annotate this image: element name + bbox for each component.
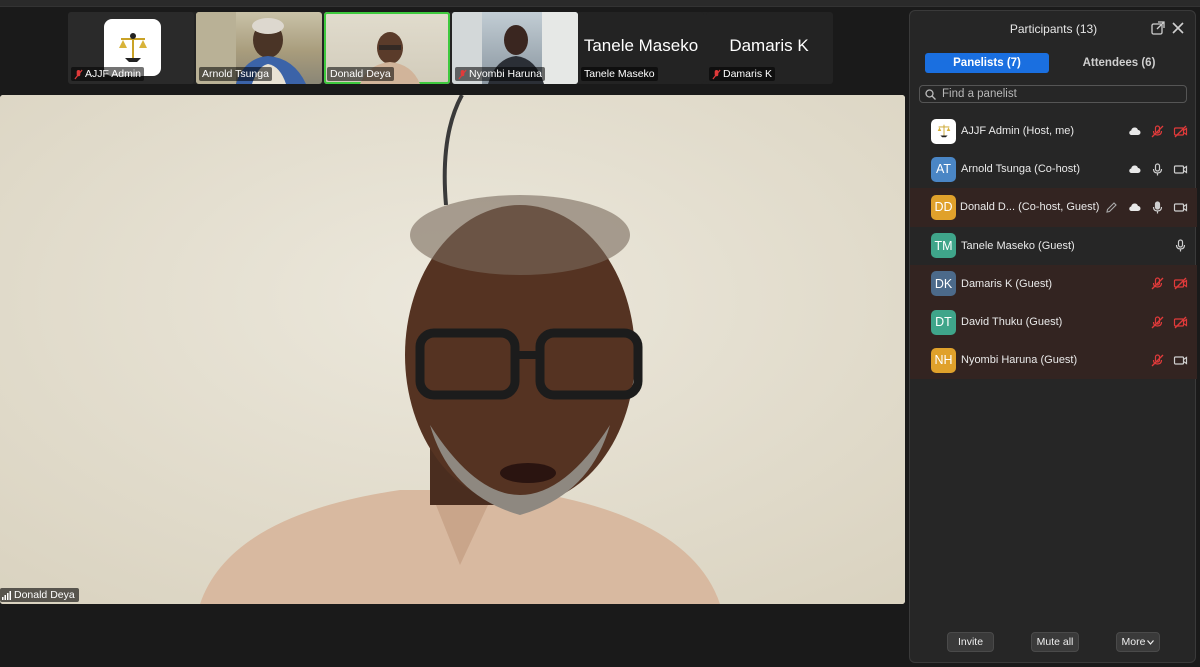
chevron-down-icon xyxy=(1147,639,1155,645)
video-off-icon[interactable] xyxy=(1173,276,1188,291)
avatar: TM xyxy=(931,233,956,259)
mic-muted-icon xyxy=(74,69,83,79)
tile-name-label: AJJF Admin xyxy=(71,67,145,81)
close-icon[interactable] xyxy=(1171,21,1185,35)
participant-row-david-thuku[interactable]: DT David Thuku (Guest) xyxy=(910,302,1197,342)
participant-row-nyombi-haruna[interactable]: NH Nyombi Haruna (Guest) xyxy=(910,341,1197,380)
participant-row-arnold-tsunga[interactable]: AT Arnold Tsunga (Co-host) xyxy=(910,150,1197,188)
video-off-icon[interactable] xyxy=(1173,124,1188,139)
participant-name: Damaris K (Guest) xyxy=(961,277,1053,290)
avatar xyxy=(931,118,956,144)
panel-footer: Invite Mute all More xyxy=(910,632,1197,654)
tile-name-label: Tanele Maseko xyxy=(581,67,658,81)
tile-display-name: Damaris K xyxy=(729,36,809,55)
participant-name: Arnold Tsunga (Co-host) xyxy=(961,163,1081,176)
video-tile-donald-deya[interactable]: Donald Deya xyxy=(324,12,450,84)
participant-row-tanele-maseko[interactable]: TM Tanele Maseko (Guest) xyxy=(910,227,1197,265)
participant-name: AJJF Admin (Host, me) xyxy=(961,125,1075,138)
panelist-search xyxy=(919,85,1187,103)
mic-muted-icon xyxy=(712,69,721,79)
search-icon xyxy=(925,88,936,100)
more-button[interactable]: More xyxy=(1116,632,1160,652)
video-tile-arnold-tsunga[interactable]: Arnold Tsunga xyxy=(196,12,322,84)
main-speaker-video[interactable]: Donald Deya xyxy=(0,95,905,604)
video-tile-tanele-maseko[interactable]: Tanele Maseko Tanele Maseko xyxy=(578,12,704,84)
video-icon[interactable] xyxy=(1173,162,1188,177)
pop-out-icon[interactable] xyxy=(1151,21,1165,35)
video-off-icon[interactable] xyxy=(1173,315,1188,330)
mic-muted-icon[interactable] xyxy=(1150,124,1165,139)
mic-muted-icon xyxy=(458,69,467,79)
avatar: DK xyxy=(931,271,956,297)
mic-icon[interactable] xyxy=(1150,200,1165,215)
search-input[interactable] xyxy=(942,88,1172,100)
participant-row-donald-deya[interactable]: DD Donald D... (Co-host, Guest) xyxy=(910,188,1197,227)
participants-panel: Participants (13) Panelists (7) Attendee… xyxy=(909,10,1197,663)
tile-display-name: Tanele Maseko xyxy=(583,36,699,55)
participant-name: Tanele Maseko (Guest) xyxy=(961,239,1075,252)
avatar: DD xyxy=(931,194,956,220)
video-icon[interactable] xyxy=(1173,200,1188,215)
speaker-video-image xyxy=(0,95,905,604)
cloud-recording-icon xyxy=(1129,203,1141,211)
scales-of-justice-icon xyxy=(118,32,147,62)
signal-strength-icon xyxy=(2,591,11,600)
avatar: DT xyxy=(931,309,956,335)
participant-name: Donald D... (Co-host, Guest) xyxy=(960,201,1100,214)
mute-all-button[interactable]: Mute all xyxy=(1031,632,1079,652)
participant-row-ajjf-admin[interactable]: AJJF Admin (Host, me) xyxy=(910,112,1197,150)
video-tile-nyombi-haruna[interactable]: Nyombi Haruna xyxy=(452,12,578,84)
tab-panelists[interactable]: Panelists (7) xyxy=(925,53,1049,73)
scales-of-justice-icon xyxy=(937,124,950,138)
tile-name-label: Arnold Tsunga xyxy=(199,67,272,81)
panel-tabs: Panelists (7) Attendees (6) xyxy=(925,53,1181,73)
participant-list: AJJF Admin (Host, me) AT Arnold Tsunga (… xyxy=(910,112,1197,380)
speaker-name-label: Donald Deya xyxy=(0,588,79,602)
window-top-bar xyxy=(0,0,1200,7)
tile-name-label: Nyombi Haruna xyxy=(455,67,545,81)
video-tile-ajjf-admin[interactable]: AJJF Admin xyxy=(68,12,194,84)
mic-muted-icon[interactable] xyxy=(1150,315,1165,330)
cloud-recording-icon xyxy=(1129,127,1141,135)
video-tile-damaris-k[interactable]: Damaris K Damaris K xyxy=(706,12,833,84)
participant-name: Nyombi Haruna (Guest) xyxy=(961,354,1078,367)
video-filmstrip: AJJF Admin Arnold Tsunga Donald Deya Nyo… xyxy=(68,12,833,84)
avatar: NH xyxy=(931,347,956,373)
tile-name-label: Damaris K xyxy=(709,67,776,81)
mic-muted-icon[interactable] xyxy=(1150,353,1165,368)
mic-icon[interactable] xyxy=(1173,238,1188,253)
mic-icon[interactable] xyxy=(1150,162,1165,177)
tab-attendees[interactable]: Attendees (6) xyxy=(1057,53,1181,73)
participant-name: David Thuku (Guest) xyxy=(961,316,1063,329)
participant-row-damaris-k[interactable]: DK Damaris K (Guest) xyxy=(910,264,1197,303)
pencil-icon[interactable] xyxy=(1104,200,1119,215)
invite-button[interactable]: Invite xyxy=(947,632,994,652)
video-icon[interactable] xyxy=(1173,353,1188,368)
avatar: AT xyxy=(931,156,956,182)
tile-name-label: Donald Deya xyxy=(327,67,394,81)
cloud-recording-icon xyxy=(1129,165,1141,173)
mic-muted-icon[interactable] xyxy=(1150,276,1165,291)
